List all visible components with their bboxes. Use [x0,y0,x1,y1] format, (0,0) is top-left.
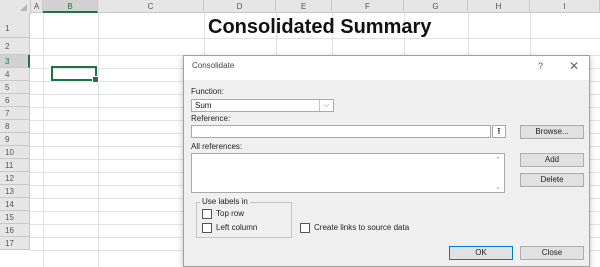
help-button[interactable]: ? [538,61,543,71]
select-all-corner[interactable] [0,0,31,14]
chevron-down-icon[interactable]: ⌵ [319,100,333,111]
column-header-b[interactable]: B [43,0,98,13]
column-header-d[interactable]: D [204,0,276,13]
fill-handle[interactable] [92,76,99,83]
dialog-titlebar[interactable]: Consolidate ? ✕ [184,56,589,80]
row-header-16[interactable]: 16 [0,224,30,237]
create-links-label[interactable]: Create links to source data [314,223,409,232]
consolidate-dialog: Consolidate ? ✕ Function: Sum ⌵ Referenc… [183,55,590,267]
function-select[interactable]: Sum ⌵ [191,99,334,112]
row-header-3[interactable]: 3 [0,55,30,68]
gridline [98,13,99,267]
column-header-g[interactable]: G [404,0,468,13]
row-header-9[interactable]: 9 [0,133,30,146]
gridline [43,13,44,267]
use-labels-title: Use labels in [200,197,250,206]
row-header-7[interactable]: 7 [0,107,30,120]
row-header-2[interactable]: 2 [0,38,30,55]
all-references-label: All references: [191,142,243,151]
active-cell-b3[interactable] [51,66,99,83]
row-header-5[interactable]: 5 [0,81,30,94]
scroll-up-icon[interactable]: ⌃ [495,156,501,164]
row-header-8[interactable]: 8 [0,120,30,133]
collapse-up-icon[interactable]: ⭱ [492,125,506,138]
column-header-i[interactable]: I [530,0,600,13]
row-header-11[interactable]: 11 [0,159,30,172]
function-label: Function: [191,87,224,96]
delete-button[interactable]: Delete [520,173,584,187]
row-header-13[interactable]: 13 [0,185,30,198]
column-header-e[interactable]: E [276,0,332,13]
reference-label: Reference: [191,114,231,123]
row-header-15[interactable]: 15 [0,211,30,224]
column-header-a[interactable]: A [31,0,43,13]
row-header-12[interactable]: 12 [0,172,30,185]
row-header-14[interactable]: 14 [0,198,30,211]
column-header-h[interactable]: H [468,0,530,13]
reference-input[interactable] [191,125,491,138]
close-icon[interactable]: ✕ [569,59,579,73]
row-header-10[interactable]: 10 [0,146,30,159]
function-value: Sum [195,101,212,110]
browse-button[interactable]: Browse... [520,125,584,139]
add-button[interactable]: Add [520,153,584,167]
row-header-6[interactable]: 6 [0,94,30,107]
row-header-1[interactable]: 1 [0,13,30,38]
dialog-title: Consolidate [192,61,235,70]
ok-button[interactable]: OK [449,246,513,260]
left-column-checkbox[interactable] [202,223,212,233]
top-row-checkbox[interactable] [202,209,212,219]
column-header-c[interactable]: C [98,0,204,13]
top-row-label[interactable]: Top row [216,209,244,218]
row-header-17[interactable]: 17 [0,237,30,250]
scroll-down-icon[interactable]: ⌄ [495,183,501,191]
all-references-list[interactable]: ⌃ ⌄ [191,153,505,193]
close-button[interactable]: Close [520,246,584,260]
column-header-f[interactable]: F [332,0,404,13]
sheet-title-cell[interactable]: Consolidated Summary [208,14,508,40]
create-links-checkbox[interactable] [300,223,310,233]
row-header-4[interactable]: 4 [0,68,30,81]
left-column-label[interactable]: Left column [216,223,257,232]
